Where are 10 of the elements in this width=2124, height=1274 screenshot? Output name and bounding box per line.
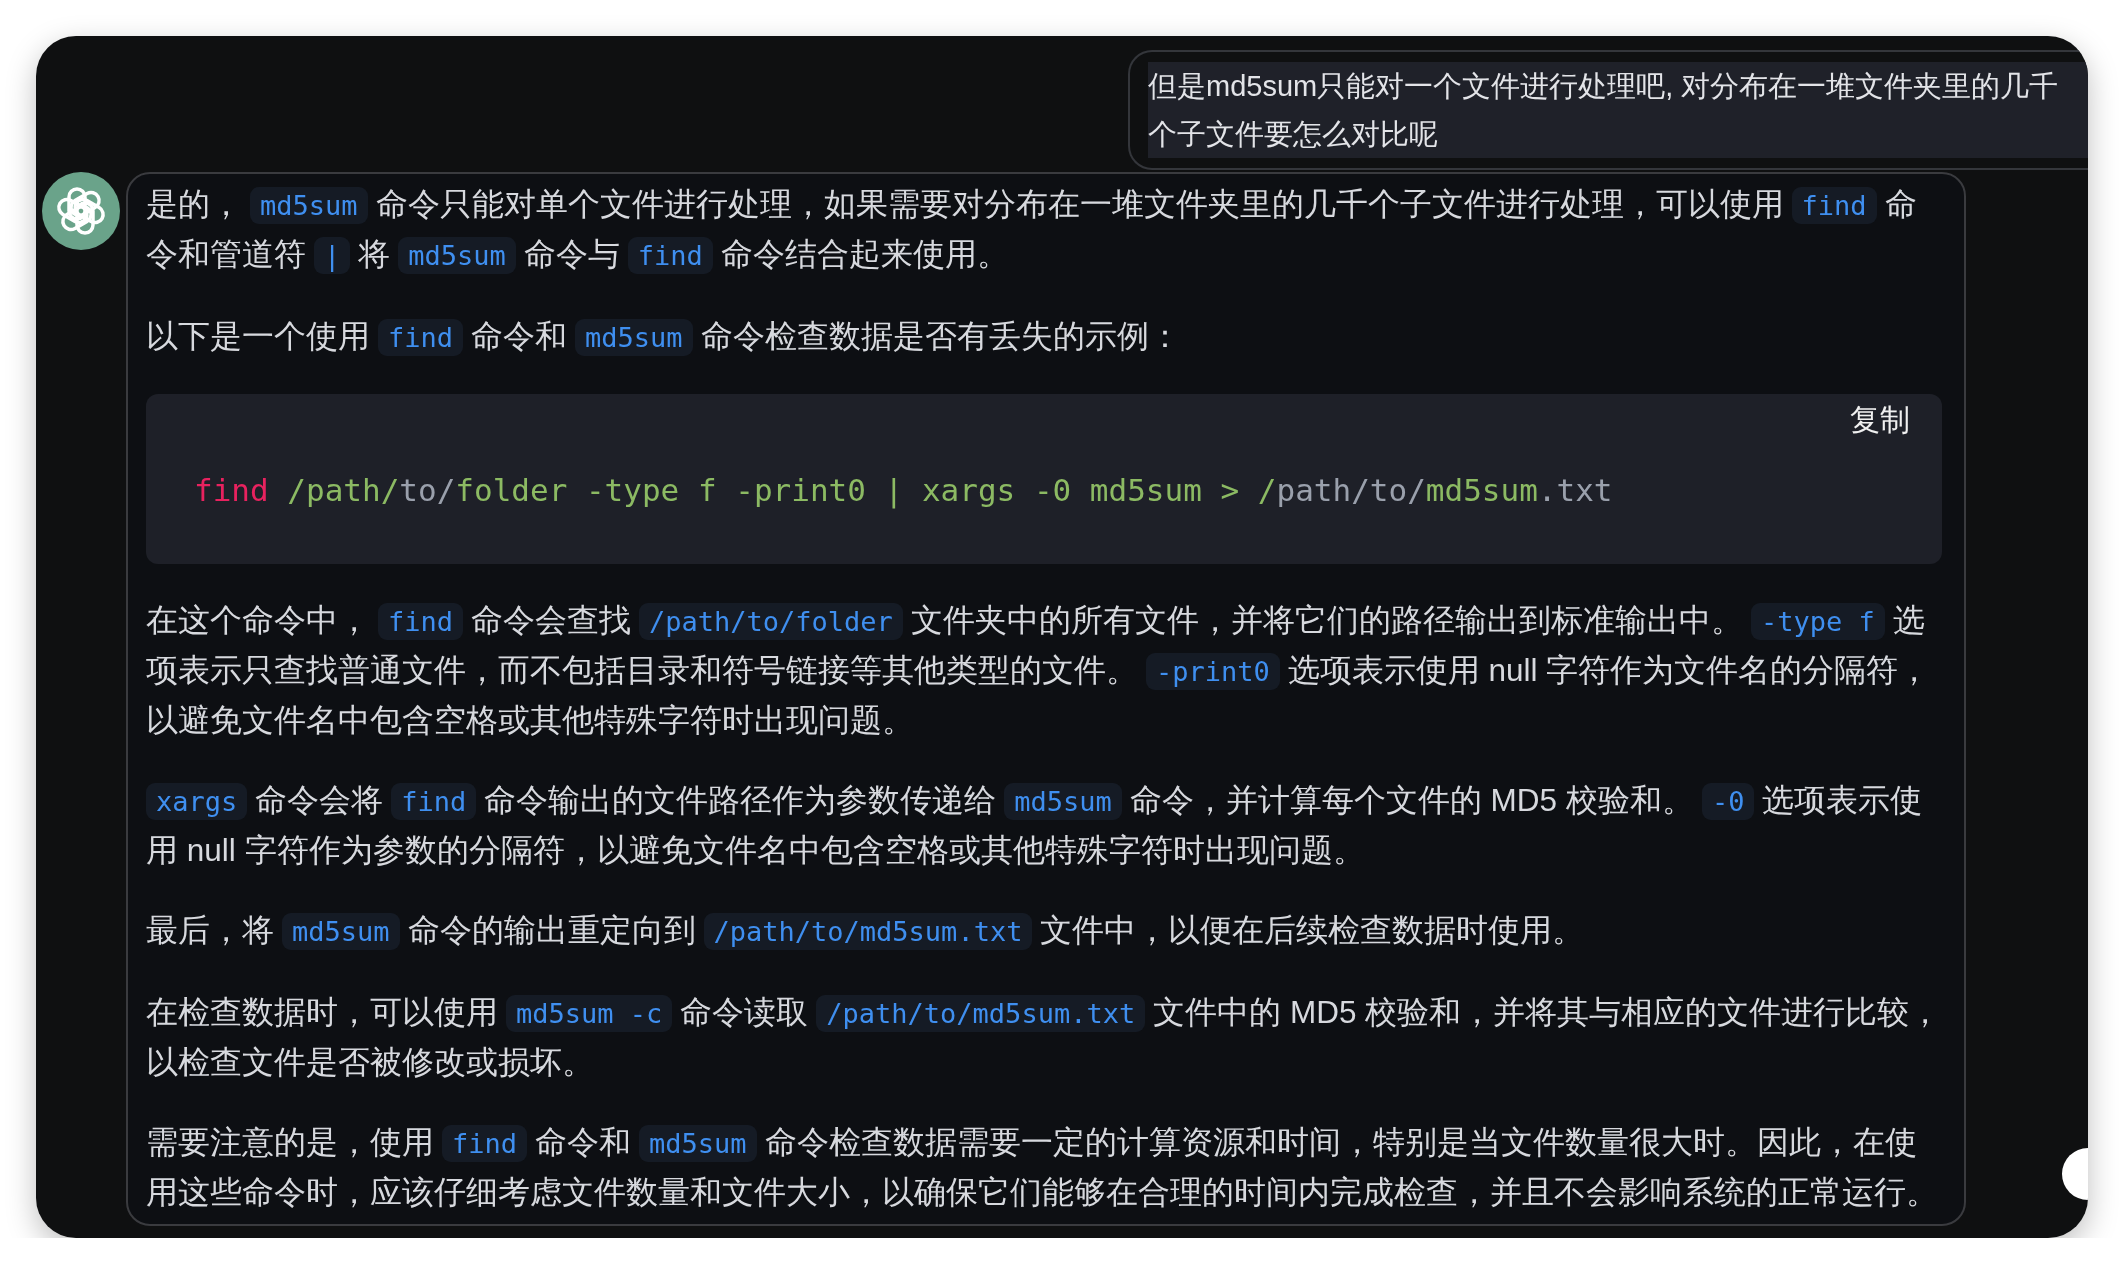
copy-button[interactable]: 复制 bbox=[1850, 400, 1910, 440]
answer-paragraph: 在检查数据时，可以使用 md5sum -c 命令读取 /path/to/md5sum.txt 文件中的 MD5 校验和，并将其与相应的文件进行比较，以检查文件是否被修改或损坏。 bbox=[146, 993, 1942, 1082]
answer-paragraph: 在这个命令中， find 命令会查找 /path/to/folder 文件夹中的所有文件，并将它们的路径输出到标准输出中。 -type f 选项表示只查找普通文件，而不包括目录和符号链接等其他类型的文件。 -print0 选项表示使用 null 字符作为文件名的分隔符，以避免文件名中包含空格或其他特殊字符时出现问题。 bbox=[146, 601, 1932, 740]
code-line: find /path/to/folder -type f -print0 | xargs -0 md5sum > /path/to/md5sum.txt bbox=[194, 471, 1614, 511]
answer-paragraph: 最后，将 md5sum 命令的输出重定向到 /path/to/md5sum.txt 文件中，以便在后续检查数据时使用。 bbox=[146, 911, 1586, 952]
answer-paragraph: 需要注意的是，使用 find 命令和 md5sum 命令检查数据需要一定的计算资源和时间，特别是当文件数量很大时。因此，在使用这些命令时，应该仔细考虑文件数量和文件大小，以确保它们能够在合理的时间内完成检查，并且不会影响系统的正常运行。 bbox=[146, 1123, 1939, 1212]
user-message: 但是md5sum只能对一个文件进行处理吧, 对分布在一堆文件夹里的几千个子文件要怎么对比呢 bbox=[1148, 62, 2088, 158]
answer-paragraph: 以下是一个使用 find 命令和 md5sum 命令检查数据是否有丢失的示例： bbox=[146, 317, 1182, 358]
answer-paragraph: xargs 命令会将 find 命令输出的文件路径作为参数传递给 md5sum 命令，并计算每个文件的 MD5 校验和。 -0 选项表示使用 null 字符作为参数的分隔符，以避免文件名中包含空格或其他特殊字符时出现问题。 bbox=[146, 781, 1924, 870]
answer-paragraph: 是的， md5sum 命令只能对单个文件进行处理，如果需要对分布在一堆文件夹里的几千个子文件进行处理，可以使用 find 命令和管道符 | 将 md5sum 命令与 find 命令结合起来使用。 bbox=[146, 185, 1918, 276]
